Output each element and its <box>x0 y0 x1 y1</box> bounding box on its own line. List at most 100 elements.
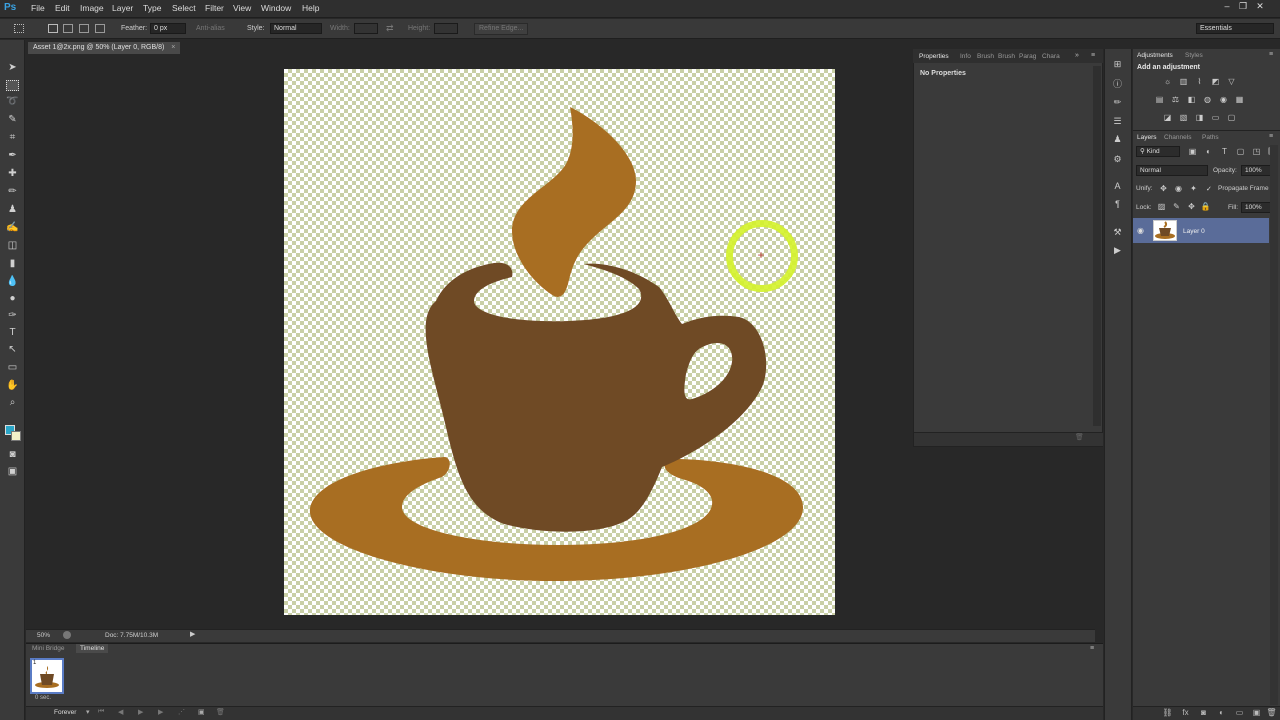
properties-menu-icon[interactable]: ≡ <box>1091 52 1095 59</box>
status-menu-arrow-icon[interactable]: ▶ <box>190 630 195 638</box>
unify-style-icon[interactable]: ✦ <box>1188 184 1199 194</box>
layers-menu-icon[interactable]: ≡ <box>1269 133 1273 140</box>
pen-tool-icon[interactable]: ✑ <box>6 310 19 321</box>
quick-mask-icon[interactable]: ◙ <box>6 449 19 460</box>
shape-tool-icon[interactable]: ▭ <box>6 362 19 373</box>
new-group-icon[interactable]: ▭ <box>1234 708 1245 718</box>
brush-panel-icon[interactable]: ✏ <box>1111 96 1124 108</box>
tab-character[interactable]: Chara <box>1042 53 1060 60</box>
properties-trash-icon[interactable]: 🗑 <box>1075 433 1084 441</box>
menu-type[interactable]: Type <box>143 3 161 13</box>
width-input[interactable] <box>354 23 378 34</box>
blur-tool-icon[interactable]: 💧 <box>6 276 19 287</box>
exposure-icon[interactable]: ◩ <box>1210 77 1221 87</box>
next-frame-icon[interactable]: ▶ <box>158 708 163 716</box>
tool-presets-panel-icon[interactable]: ⚒ <box>1111 226 1124 238</box>
new-selection-icon[interactable] <box>48 24 58 33</box>
quick-select-tool-icon[interactable]: ✎ <box>6 114 19 125</box>
tween-icon[interactable]: ⋰ <box>178 708 185 716</box>
threshold-icon[interactable]: ◨ <box>1194 113 1205 123</box>
loop-select[interactable]: Forever <box>54 709 76 716</box>
crop-tool-icon[interactable]: ⌗ <box>6 132 19 143</box>
visibility-eye-icon[interactable]: ◉ <box>1137 226 1144 235</box>
posterize-icon[interactable]: ▧ <box>1178 113 1189 123</box>
rect-marquee-preset-icon[interactable] <box>14 24 24 33</box>
delete-frame-icon[interactable]: 🗑 <box>216 708 225 716</box>
styles-panel-icon[interactable]: ⚙ <box>1111 153 1124 165</box>
document-tab[interactable]: Asset 1@2x.png @ 50% (Layer 0, RGB/8) × <box>28 42 181 54</box>
filter-shape-icon[interactable]: ▢ <box>1235 147 1246 157</box>
properties-scrollbar[interactable] <box>1093 66 1101 426</box>
actions-panel-icon[interactable]: ▶ <box>1111 244 1124 256</box>
prev-frame-icon[interactable]: ◀ <box>118 708 123 716</box>
color-balance-icon[interactable]: ⚖ <box>1170 95 1181 105</box>
tab-mini-bridge[interactable]: Mini Bridge <box>28 644 69 653</box>
lock-position-icon[interactable]: ✥ <box>1186 202 1197 212</box>
character-panel-icon[interactable]: A <box>1111 180 1124 192</box>
menu-help[interactable]: Help <box>302 3 319 13</box>
filter-adjustment-icon[interactable]: ◐ <box>1203 147 1214 157</box>
photo-filter-icon[interactable]: ◍ <box>1202 95 1213 105</box>
eyedropper-tool-icon[interactable]: ✒ <box>6 150 19 161</box>
first-frame-icon[interactable]: ⏮ <box>98 708 104 716</box>
background-color-swatch[interactable] <box>11 431 21 441</box>
screen-mode-icon[interactable]: ▣ <box>6 466 19 477</box>
menu-view[interactable]: View <box>233 3 251 13</box>
lock-transparency-icon[interactable]: ▨ <box>1156 202 1167 212</box>
feather-input[interactable]: 0 px <box>150 23 186 34</box>
history-brush-tool-icon[interactable]: ✍ <box>6 222 19 233</box>
brush-tool-icon[interactable]: ✏ <box>6 186 19 197</box>
antialias-checkbox[interactable]: Anti-alias <box>196 25 225 32</box>
tab-properties[interactable]: Properties <box>919 53 949 60</box>
style-select[interactable]: Normal <box>270 23 322 34</box>
adjustments-menu-icon[interactable]: ≡ <box>1269 51 1273 58</box>
subtract-selection-icon[interactable] <box>79 24 89 33</box>
play-icon[interactable]: ▶ <box>138 708 143 716</box>
filter-type-icon[interactable]: T <box>1219 147 1230 157</box>
lasso-tool-icon[interactable]: ➰ <box>6 96 19 107</box>
loop-dropdown-icon[interactable]: ▾ <box>86 708 90 716</box>
invert-icon[interactable]: ◪ <box>1162 113 1173 123</box>
clone-stamp-tool-icon[interactable]: ♟ <box>6 204 19 215</box>
brush-presets-panel-icon[interactable]: ☰ <box>1111 115 1124 127</box>
restore-icon[interactable]: ❐ <box>1236 1 1250 13</box>
tab-paragraph[interactable]: Parag <box>1019 53 1036 60</box>
menu-layer[interactable]: Layer <box>112 3 133 13</box>
menu-edit[interactable]: Edit <box>55 3 70 13</box>
tab-adjustments[interactable]: Adjustments <box>1137 52 1173 59</box>
tab-styles[interactable]: Styles <box>1185 52 1203 59</box>
history-panel-icon[interactable]: ⊞ <box>1111 58 1124 70</box>
tab-brush[interactable]: Brush <box>977 53 994 60</box>
menu-filter[interactable]: Filter <box>205 3 224 13</box>
zoom-tool-icon[interactable]: ⌕ <box>6 397 19 408</box>
new-layer-icon[interactable]: ▣ <box>1251 708 1262 718</box>
swap-dimensions-icon[interactable]: ⇄ <box>386 23 394 34</box>
height-input[interactable] <box>434 23 458 34</box>
filter-smart-object-icon[interactable]: ◳ <box>1251 147 1262 157</box>
curves-icon[interactable]: ⌇ <box>1194 77 1205 87</box>
color-lookup-icon[interactable]: ▦ <box>1234 95 1245 105</box>
hue-saturation-icon[interactable]: ▤ <box>1154 95 1165 105</box>
dodge-tool-icon[interactable]: ● <box>6 293 19 304</box>
tab-brush-presets[interactable]: Brush <box>998 53 1015 60</box>
zoom-level[interactable]: 50% <box>37 632 50 639</box>
selective-color-icon[interactable]: ▢ <box>1226 113 1237 123</box>
tab-layers[interactable]: Layers <box>1137 134 1157 141</box>
layer-filter-select[interactable]: ⚲ Kind <box>1136 146 1180 157</box>
levels-icon[interactable]: ▥ <box>1178 77 1189 87</box>
menu-image[interactable]: Image <box>80 3 104 13</box>
new-adjustment-layer-icon[interactable]: ◐ <box>1216 708 1227 718</box>
timeline-menu-icon[interactable]: ≡ <box>1090 645 1094 652</box>
minimize-icon[interactable]: – <box>1220 1 1234 13</box>
lock-image-icon[interactable]: ✎ <box>1171 202 1182 212</box>
layer-name[interactable]: Layer 0 <box>1183 228 1205 235</box>
menu-select[interactable]: Select <box>172 3 196 13</box>
eraser-tool-icon[interactable]: ◫ <box>6 240 19 251</box>
animation-frame[interactable]: 1 <box>30 658 64 694</box>
tab-info[interactable]: Info <box>960 53 971 60</box>
duplicate-frame-icon[interactable]: ▣ <box>198 708 205 716</box>
workspace-select[interactable]: Essentials <box>1196 23 1274 34</box>
vibrance-icon[interactable]: ▽ <box>1226 77 1237 87</box>
propagate-checkbox[interactable]: ✓ <box>1206 185 1212 193</box>
gradient-map-icon[interactable]: ▭ <box>1210 113 1221 123</box>
